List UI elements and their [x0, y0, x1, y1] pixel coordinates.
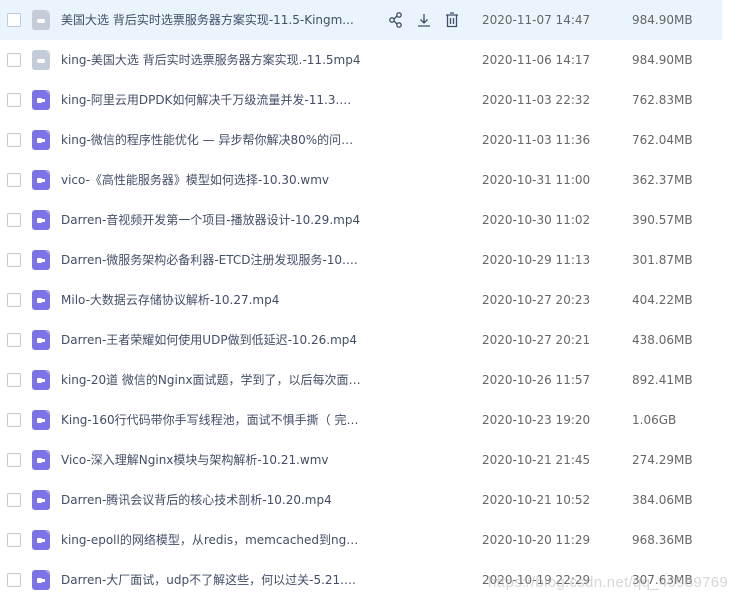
file-row[interactable]: king-美国大选 背后实时选票服务器方案实现.-11.5mp4 2020-11-…	[0, 40, 722, 80]
video-file-icon	[32, 530, 50, 550]
file-row[interactable]: Darren-微服务架构必备利器-ETCD注册发现服务-10.29.mp4 202…	[0, 240, 722, 280]
file-size: 984.90MB	[632, 13, 693, 27]
file-checkbox[interactable]	[7, 373, 21, 387]
file-name[interactable]: 美国大选 背后实时选票服务器方案实现-11.5-Kingm...	[61, 0, 354, 40]
file-size: 762.04MB	[632, 133, 693, 147]
download-icon[interactable]	[416, 11, 432, 29]
file-row[interactable]: vico-《高性能服务器》模型如何选择-10.30.wmv 2020-10-31 …	[0, 160, 722, 200]
file-size: 384.06MB	[632, 493, 693, 507]
file-name[interactable]: king-阿里云用DPDK如何解决千万级流量并发-11.3.mp4	[61, 80, 361, 120]
file-date: 2020-10-27 20:23	[482, 293, 591, 307]
file-name[interactable]: king-微信的程序性能优化 — 异步帮你解决80%的问题-11.2.mp4	[61, 120, 361, 160]
file-size: 984.90MB	[632, 53, 693, 67]
file-date: 2020-11-07 14:47	[482, 13, 591, 27]
row-actions	[388, 11, 460, 29]
file-checkbox[interactable]	[7, 93, 21, 107]
file-date: 2020-10-31 11:00	[482, 173, 591, 187]
video-file-icon	[32, 130, 50, 150]
file-date: 2020-10-19 22:29	[482, 573, 591, 587]
video-file-icon	[32, 90, 50, 110]
file-checkbox[interactable]	[7, 413, 21, 427]
file-name[interactable]: king-美国大选 背后实时选票服务器方案实现.-11.5mp4	[61, 40, 360, 80]
file-date: 2020-11-03 11:36	[482, 133, 591, 147]
file-size: 390.57MB	[632, 213, 693, 227]
video-file-icon	[32, 490, 50, 510]
file-checkbox[interactable]	[7, 13, 21, 27]
file-date: 2020-11-06 14:17	[482, 53, 591, 67]
cloud-file-icon	[32, 10, 50, 30]
file-row[interactable]: Darren-王者荣耀如何使用UDP做到低延迟-10.26.mp4 2020-10…	[0, 320, 722, 360]
file-size: 968.36MB	[632, 533, 693, 547]
file-row[interactable]: Darren-音视频开发第一个项目-播放器设计-10.29.mp4 2020-10…	[0, 200, 722, 240]
file-row[interactable]: king-epoll的网络模型，从redis，memcached到nginx-1…	[0, 520, 722, 560]
file-checkbox[interactable]	[7, 133, 21, 147]
file-name[interactable]: Darren-微服务架构必备利器-ETCD注册发现服务-10.29.mp4	[61, 240, 361, 280]
video-file-icon	[32, 370, 50, 390]
file-name[interactable]: Milo-大数据云存储协议解析-10.27.mp4	[61, 280, 279, 320]
file-name[interactable]: King-160行代码带你手写线程池，面试不惧手撕（ 完整版）-10.22.mp…	[61, 400, 361, 440]
file-name[interactable]: Vico-深入理解Nginx模块与架构解析-10.21.wmv	[61, 440, 329, 480]
file-row[interactable]: king-20道 微信的Nginx面试题，学到了，以后每次面试都聊-10.24.…	[0, 360, 722, 400]
file-size: 892.41MB	[632, 373, 693, 387]
file-size: 1.06GB	[632, 413, 677, 427]
file-size: 438.06MB	[632, 333, 693, 347]
video-file-icon	[32, 170, 50, 190]
file-name[interactable]: king-20道 微信的Nginx面试题，学到了，以后每次面试都聊-10.24.…	[61, 360, 361, 400]
file-name[interactable]: Darren-大厂面试，udp不了解这些，何以过关-5.21.mp4	[61, 560, 361, 600]
file-date: 2020-10-21 10:52	[482, 493, 591, 507]
file-size: 404.22MB	[632, 293, 693, 307]
file-name[interactable]: Darren-王者荣耀如何使用UDP做到低延迟-10.26.mp4	[61, 320, 357, 360]
file-date: 2020-10-27 20:21	[482, 333, 591, 347]
video-file-icon	[32, 290, 50, 310]
share-icon[interactable]	[388, 11, 404, 29]
file-row[interactable]: Darren-腾讯会议背后的核心技术剖析-10.20.mp4 2020-10-21…	[0, 480, 722, 520]
file-row[interactable]: King-160行代码带你手写线程池，面试不惧手撕（ 完整版）-10.22.mp…	[0, 400, 722, 440]
file-size: 307.63MB	[632, 573, 693, 587]
file-checkbox[interactable]	[7, 53, 21, 67]
video-file-icon	[32, 570, 50, 590]
file-size: 762.83MB	[632, 93, 693, 107]
cloud-file-icon	[32, 50, 50, 70]
video-file-icon	[32, 210, 50, 230]
file-date: 2020-10-26 11:57	[482, 373, 591, 387]
file-size: 274.29MB	[632, 453, 693, 467]
delete-icon[interactable]	[444, 11, 460, 29]
file-checkbox[interactable]	[7, 293, 21, 307]
file-checkbox[interactable]	[7, 173, 21, 187]
file-name[interactable]: king-epoll的网络模型，从redis，memcached到nginx-1…	[61, 520, 361, 560]
video-file-icon	[32, 330, 50, 350]
file-list: 美国大选 背后实时选票服务器方案实现-11.5-Kingm... 2020-11…	[0, 0, 741, 600]
file-name[interactable]: Darren-音视频开发第一个项目-播放器设计-10.29.mp4	[61, 200, 360, 240]
file-date: 2020-10-29 11:13	[482, 253, 591, 267]
file-row[interactable]: 美国大选 背后实时选票服务器方案实现-11.5-Kingm... 2020-11…	[0, 0, 722, 40]
file-date: 2020-10-20 11:29	[482, 533, 591, 547]
file-checkbox[interactable]	[7, 333, 21, 347]
file-checkbox[interactable]	[7, 253, 21, 267]
file-checkbox[interactable]	[7, 533, 21, 547]
file-row[interactable]: Darren-大厂面试，udp不了解这些，何以过关-5.21.mp4 2020-1…	[0, 560, 722, 600]
file-row[interactable]: Vico-深入理解Nginx模块与架构解析-10.21.wmv 2020-10-2…	[0, 440, 722, 480]
file-size: 362.37MB	[632, 173, 693, 187]
video-file-icon	[32, 250, 50, 270]
file-date: 2020-10-23 19:20	[482, 413, 591, 427]
file-checkbox[interactable]	[7, 573, 21, 587]
file-name[interactable]: Darren-腾讯会议背后的核心技术剖析-10.20.mp4	[61, 480, 332, 520]
file-row[interactable]: Milo-大数据云存储协议解析-10.27.mp4 2020-10-27 20:2…	[0, 280, 722, 320]
file-date: 2020-10-30 11:02	[482, 213, 591, 227]
video-file-icon	[32, 450, 50, 470]
video-file-icon	[32, 410, 50, 430]
file-row[interactable]: king-微信的程序性能优化 — 异步帮你解决80%的问题-11.2.mp4 20…	[0, 120, 722, 160]
file-date: 2020-11-03 22:32	[482, 93, 591, 107]
file-row[interactable]: king-阿里云用DPDK如何解决千万级流量并发-11.3.mp4 2020-11…	[0, 80, 722, 120]
file-date: 2020-10-21 21:45	[482, 453, 591, 467]
file-checkbox[interactable]	[7, 453, 21, 467]
file-size: 301.87MB	[632, 253, 693, 267]
file-name[interactable]: vico-《高性能服务器》模型如何选择-10.30.wmv	[61, 160, 329, 200]
file-checkbox[interactable]	[7, 213, 21, 227]
file-checkbox[interactable]	[7, 493, 21, 507]
